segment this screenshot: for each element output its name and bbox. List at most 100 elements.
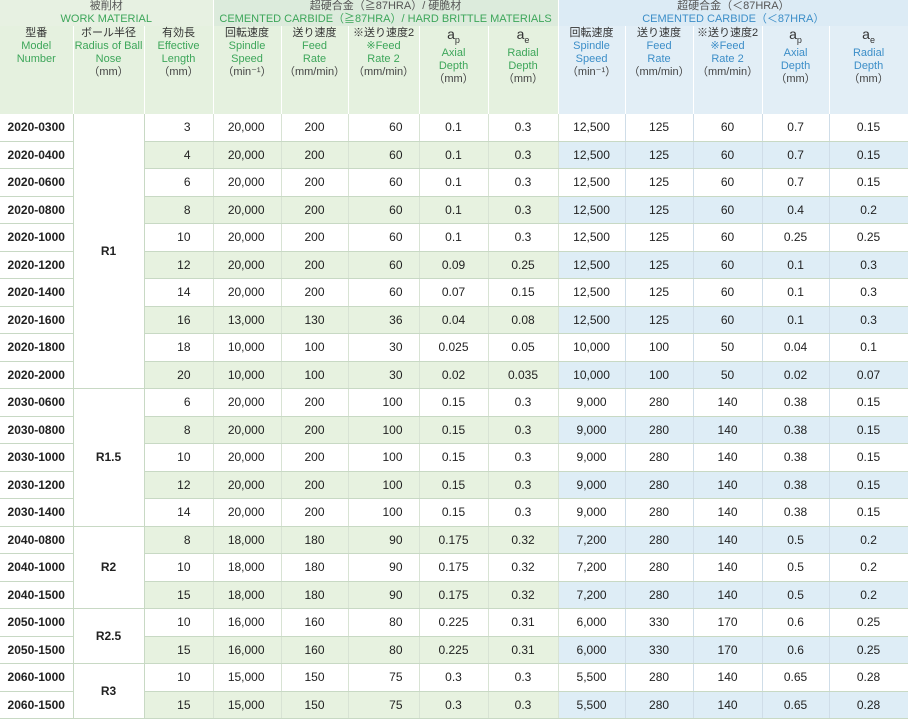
feed-rate-cell: 280 bbox=[625, 416, 694, 444]
feed-rate2-cell: 140 bbox=[693, 663, 763, 692]
radial-depth-cell: 0.15 bbox=[829, 114, 908, 142]
spindle-speed-cell: 6,000 bbox=[558, 636, 626, 664]
model-number-cell: 2020-0400 bbox=[0, 141, 74, 169]
spindle-speed-cell: 18,000 bbox=[213, 553, 282, 582]
axial-depth-cell: 0.1 bbox=[762, 306, 830, 334]
col-model-number: 型番 Model Number bbox=[0, 26, 74, 114]
spindle-speed-cell: 20,000 bbox=[213, 498, 282, 527]
table-row: 2040-0800 R2 8 18,000 180 90 0.175 0.32 7,200 280… bbox=[0, 526, 908, 609]
feed-rate-cell: 200 bbox=[281, 168, 349, 197]
axial-depth-cell: 0.5 bbox=[762, 581, 830, 609]
col-feed-rate2-2: ※送り速度2 ※Feed Rate 2 （mm/min） bbox=[693, 26, 763, 114]
feed-rate2-cell: 170 bbox=[693, 608, 763, 637]
feed-rate-cell: 160 bbox=[281, 608, 349, 637]
spindle-speed-cell: 20,000 bbox=[213, 443, 282, 472]
feed-rate2-cell: 50 bbox=[693, 361, 763, 389]
radial-depth-cell: 0.3 bbox=[488, 388, 559, 417]
axial-depth-cell: 0.38 bbox=[762, 416, 830, 444]
spindle-speed-cell: 5,500 bbox=[558, 663, 626, 692]
radial-depth-cell: 0.28 bbox=[829, 663, 908, 692]
radial-depth-cell: 0.15 bbox=[829, 168, 908, 197]
radial-depth-cell: 0.3 bbox=[488, 443, 559, 472]
spindle-speed-cell: 15,000 bbox=[213, 663, 282, 692]
radial-depth-cell: 0.32 bbox=[488, 553, 559, 582]
feed-rate2-cell: 30 bbox=[348, 333, 420, 362]
feed-rate-cell: 125 bbox=[625, 196, 694, 224]
model-number-cell: 2040-1500 bbox=[0, 581, 74, 609]
axial-depth-cell: 0.4 bbox=[762, 196, 830, 224]
radial-depth-cell: 0.08 bbox=[488, 306, 559, 334]
model-number-cell: 2050-1500 bbox=[0, 636, 74, 664]
spindle-speed-cell: 20,000 bbox=[213, 196, 282, 224]
table-row: 2020-0300 R1 3 20,000 200 60 0.1 0.3 12,500 125 60… bbox=[0, 114, 908, 389]
effective-length-cell: 4 bbox=[144, 141, 214, 169]
feed-rate2-cell: 60 bbox=[348, 168, 420, 197]
feed-rate-cell: 180 bbox=[281, 526, 349, 554]
axial-depth-cell: 0.225 bbox=[419, 608, 489, 637]
table-row: 2030-0600 R1.5 6 20,000 200 100 0.15 0.3 9,000 28… bbox=[0, 388, 908, 527]
spindle-speed-cell: 12,500 bbox=[558, 251, 626, 279]
feed-rate-cell: 280 bbox=[625, 553, 694, 582]
ball-radius-cell: R1.5 bbox=[73, 388, 145, 527]
spindle-speed-cell: 12,500 bbox=[558, 306, 626, 334]
feed-rate-cell: 100 bbox=[281, 333, 349, 362]
effective-length-cell: 12 bbox=[144, 251, 214, 279]
model-number-cell: 2030-1400 bbox=[0, 498, 74, 527]
ball-radius-cell: R2 bbox=[73, 526, 145, 609]
feed-rate2-cell: 140 bbox=[693, 553, 763, 582]
model-number-cell: 2060-1500 bbox=[0, 691, 74, 719]
model-number-cell: 2020-2000 bbox=[0, 361, 74, 389]
effective-length-cell: 3 bbox=[144, 114, 214, 142]
spindle-speed-cell: 20,000 bbox=[213, 251, 282, 279]
effective-length-cell: 16 bbox=[144, 306, 214, 334]
feed-rate-cell: 125 bbox=[625, 251, 694, 279]
axial-depth-cell: 0.38 bbox=[762, 388, 830, 417]
feed-rate2-cell: 140 bbox=[693, 388, 763, 417]
spindle-speed-cell: 12,500 bbox=[558, 196, 626, 224]
feed-rate-cell: 150 bbox=[281, 691, 349, 719]
radial-depth-cell: 0.15 bbox=[829, 443, 908, 472]
axial-depth-cell: 0.1 bbox=[419, 114, 489, 142]
col-effective-length: 有効長 Effective Length （mm） bbox=[144, 26, 214, 114]
axial-depth-cell: 0.02 bbox=[762, 361, 830, 389]
spindle-speed-cell: 12,500 bbox=[558, 141, 626, 169]
col-axial-depth-2: ap Axial Depth （mm） bbox=[762, 26, 830, 114]
radial-depth-cell: 0.2 bbox=[829, 581, 908, 609]
axial-depth-cell: 0.025 bbox=[419, 333, 489, 362]
feed-rate-cell: 280 bbox=[625, 498, 694, 527]
effective-length-cell: 15 bbox=[144, 691, 214, 719]
spindle-speed-cell: 20,000 bbox=[213, 141, 282, 169]
feed-rate-cell: 280 bbox=[625, 663, 694, 692]
radial-depth-cell: 0.3 bbox=[488, 691, 559, 719]
radial-depth-cell: 0.3 bbox=[488, 416, 559, 444]
radial-depth-cell: 0.25 bbox=[829, 608, 908, 637]
radial-depth-cell: 0.31 bbox=[488, 608, 559, 637]
effective-length-cell: 18 bbox=[144, 333, 214, 362]
cutting-conditions-table: 被削材 WORK MATERIAL 超硬合金（≧87HRA）/ 硬脆材 CEME… bbox=[0, 0, 908, 719]
model-number-cell: 2050-1000 bbox=[0, 608, 74, 637]
work-material-header: 被削材 WORK MATERIAL bbox=[0, 0, 214, 26]
feed-rate2-cell: 100 bbox=[348, 498, 420, 527]
group-soft-carbide-header: 超硬合金（＜87HRA） CEMENTED CARBIDE（＜87HRA） bbox=[558, 0, 908, 26]
table-row: 2050-1000 R2.5 10 16,000 160 80 0.225 0.31 6,000… bbox=[0, 608, 908, 664]
feed-rate2-cell: 140 bbox=[693, 526, 763, 554]
feed-rate-cell: 125 bbox=[625, 223, 694, 252]
feed-rate-cell: 200 bbox=[281, 196, 349, 224]
feed-rate2-cell: 60 bbox=[693, 223, 763, 252]
effective-length-cell: 10 bbox=[144, 608, 214, 637]
feed-rate-cell: 200 bbox=[281, 498, 349, 527]
radial-depth-cell: 0.15 bbox=[829, 416, 908, 444]
spindle-speed-cell: 16,000 bbox=[213, 636, 282, 664]
feed-rate-cell: 200 bbox=[281, 278, 349, 307]
feed-rate2-cell: 60 bbox=[348, 196, 420, 224]
spindle-speed-cell: 20,000 bbox=[213, 416, 282, 444]
model-number-cell: 2020-1800 bbox=[0, 333, 74, 362]
axial-depth-cell: 0.04 bbox=[419, 306, 489, 334]
axial-depth-cell: 0.175 bbox=[419, 581, 489, 609]
radial-depth-cell: 0.3 bbox=[488, 141, 559, 169]
axial-depth-cell: 0.3 bbox=[419, 663, 489, 692]
feed-rate-cell: 330 bbox=[625, 636, 694, 664]
radial-depth-cell: 0.32 bbox=[488, 581, 559, 609]
effective-length-cell: 6 bbox=[144, 388, 214, 417]
axial-depth-cell: 0.6 bbox=[762, 636, 830, 664]
